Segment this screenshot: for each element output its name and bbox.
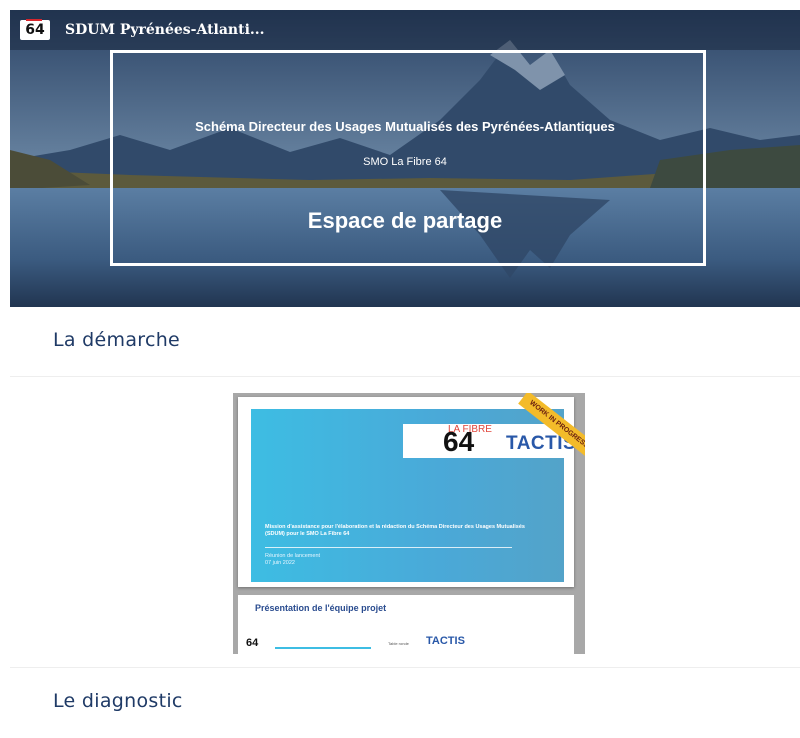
slide-team-logo-tactis: TACTIS <box>426 635 465 647</box>
hero-banner: 64 SDUM Pyrénées-Atlanti... Schéma Direc… <box>10 10 800 307</box>
section-header-demarche: La démarche <box>10 307 800 377</box>
slide-mission-text: Mission d'assistance pour l'élaboration … <box>265 524 525 537</box>
slide-cover: LA FIBRE 64 TACTIS WORK IN PROGRESS Miss… <box>238 393 585 587</box>
hero-subtitle: Schéma Directeur des Usages Mutualisés d… <box>195 119 615 134</box>
slide-team-line <box>275 647 371 649</box>
hero-organization: SMO La Fibre 64 <box>363 156 447 168</box>
document-viewer[interactable]: LA FIBRE 64 TACTIS WORK IN PROGRESS Miss… <box>233 393 585 654</box>
slide-meeting-date: 07 juin 2022 <box>265 560 295 566</box>
slide-team-heading: Présentation de l'équipe projet <box>255 603 387 613</box>
site-logo[interactable]: 64 <box>20 19 50 40</box>
slide-team-logo-64: 64 <box>246 637 259 649</box>
slide-team-small-text: Table ronde <box>388 641 409 646</box>
slide-meeting-info: Réunion de lancement 07 juin 2022 <box>265 553 320 567</box>
site-title[interactable]: SDUM Pyrénées-Atlanti... <box>65 20 265 40</box>
section-title: Le diagnostic <box>53 690 183 712</box>
section-title: La démarche <box>53 329 181 351</box>
slide-team: Présentation de l'équipe projet 64 Table… <box>238 595 574 654</box>
slide-divider <box>265 547 512 548</box>
logo-64-text: 64 <box>443 426 475 457</box>
site-logo-text: 64 <box>25 22 45 38</box>
slide-meeting-label: Réunion de lancement <box>265 553 321 559</box>
section-header-diagnostic: Le diagnostic <box>10 668 800 738</box>
hero-title: Espace de partage <box>307 208 503 233</box>
